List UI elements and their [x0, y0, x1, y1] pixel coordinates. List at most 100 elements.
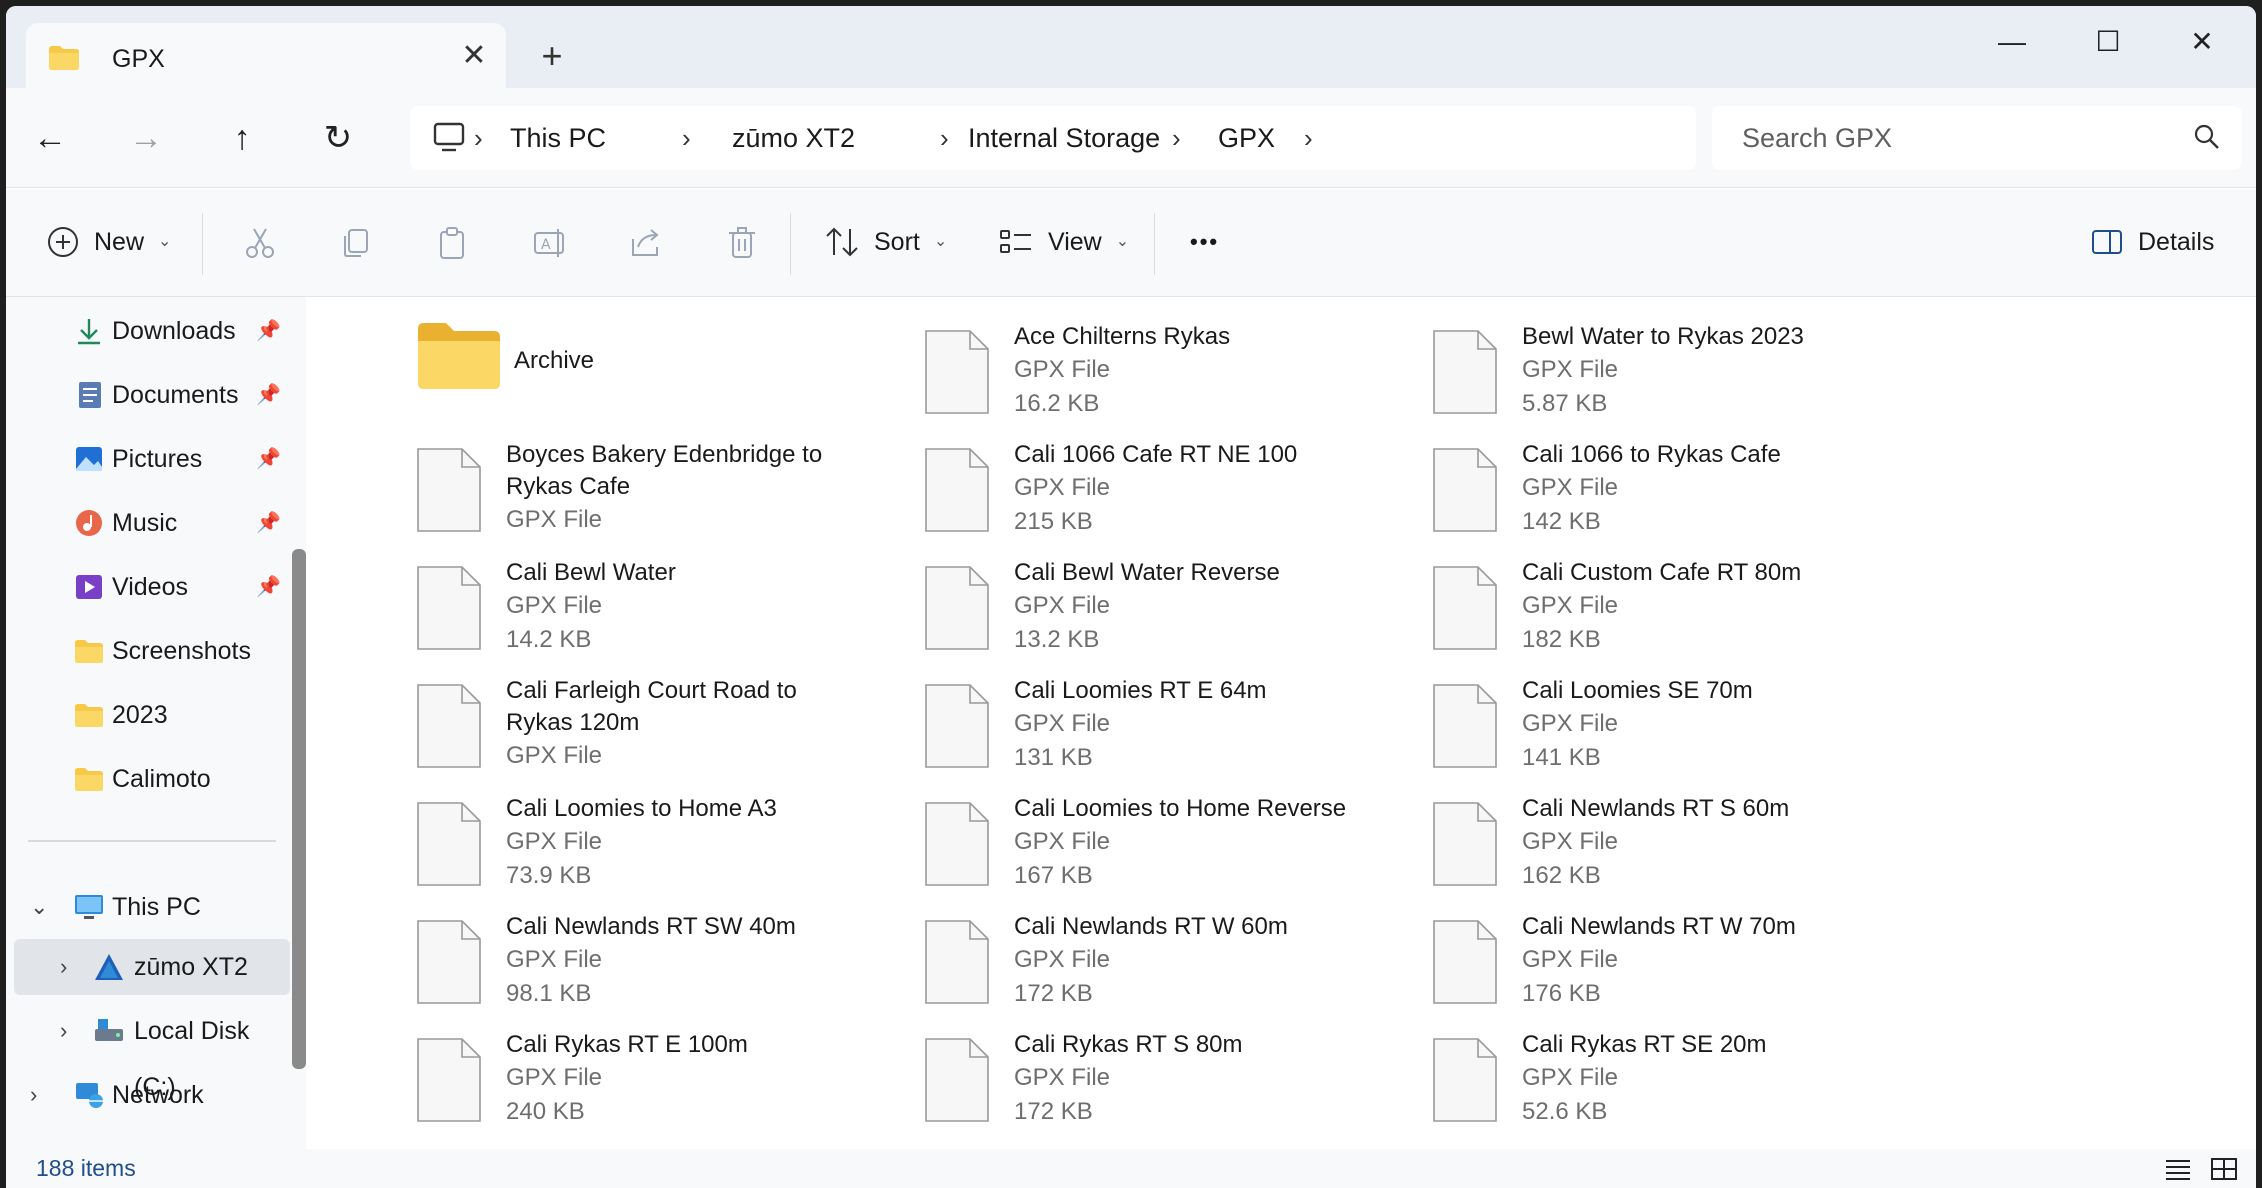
chevron-down-icon[interactable]: ⌄: [30, 879, 48, 935]
file-item[interactable]: Cali Custom Cafe RT 80m GPX File 182 KB: [1432, 557, 1932, 667]
file-item[interactable]: Boyces Bakery Edenbridge to Rykas Cafe GP…: [416, 439, 916, 549]
rename-icon[interactable]: A: [532, 225, 568, 261]
breadcrumb-separator[interactable]: ›: [1172, 120, 1181, 156]
file-icon: [1433, 1038, 1497, 1122]
details-view-icon[interactable]: [2164, 1157, 2192, 1181]
file-item[interactable]: Cali Loomies to Home Reverse GPX File 167 …: [924, 793, 1424, 903]
sort-label: Sort: [874, 228, 920, 256]
file-size: 14.2 KB: [506, 626, 592, 653]
new-tab-button[interactable]: +: [534, 38, 570, 76]
file-item[interactable]: Cali 1066 to Rykas Cafe GPX File 142 KB: [1432, 439, 1932, 549]
sidebar-item-downloads[interactable]: Downloads 📌: [6, 303, 286, 359]
file-item[interactable]: Cali Farleigh Court Road to Rykas 120m GP…: [416, 675, 916, 785]
file-item[interactable]: Cali Newlands RT W 60m GPX File 172 KB: [924, 911, 1424, 1021]
maximize-button[interactable]: ☐: [2078, 22, 2138, 62]
file-item[interactable]: Cali Rykas RT E 100m GPX File 240 KB: [416, 1029, 916, 1139]
folder-icon: [75, 704, 103, 727]
search-input[interactable]: Search GPX: [1712, 106, 2242, 170]
sidebar-item-this-pc[interactable]: ⌄ This PC: [6, 879, 286, 935]
more-options-button[interactable]: •••: [1190, 224, 1219, 260]
breadcrumb-separator[interactable]: ›: [474, 120, 483, 156]
cut-icon[interactable]: [242, 225, 278, 261]
pin-icon[interactable]: 📌: [256, 303, 281, 359]
file-item[interactable]: Cali Newlands RT W 70m GPX File 176 KB: [1432, 911, 1932, 1021]
file-type: GPX File: [1014, 474, 1111, 501]
up-button[interactable]: ↑: [222, 118, 262, 158]
sidebar-item-calimoto[interactable]: Calimoto: [6, 751, 286, 807]
breadcrumb-separator[interactable]: ›: [1304, 120, 1313, 156]
file-size: 167 KB: [1014, 862, 1093, 889]
file-item[interactable]: Cali Newlands RT S 60m GPX File 162 KB: [1432, 793, 1932, 903]
breadcrumb-gpx[interactable]: GPX: [1218, 120, 1275, 156]
sidebar-item-network[interactable]: › Network: [6, 1067, 286, 1123]
file-item[interactable]: Cali Rykas RT S 80m GPX File 172 KB: [924, 1029, 1424, 1139]
folder-icon: [75, 640, 103, 663]
file-item[interactable]: Cali Newlands RT SW 40m GPX File 98.1 KB: [416, 911, 916, 1021]
sidebar-item-videos[interactable]: Videos 📌: [6, 559, 286, 615]
tab-gpx[interactable]: GPX ✕: [26, 23, 506, 89]
minimize-button[interactable]: —: [1982, 22, 2042, 62]
new-button[interactable]: New ⌄: [46, 224, 171, 260]
close-tab-icon[interactable]: ✕: [458, 41, 490, 73]
sidebar-item-music[interactable]: Music 📌: [6, 495, 286, 551]
pin-icon[interactable]: 📌: [256, 559, 281, 615]
address-bar[interactable]: › This PC › zūmo XT2 › Internal Storage …: [410, 106, 1696, 170]
file-name: Cali Loomies SE 70m: [1522, 677, 1753, 704]
folder-icon: [75, 768, 103, 791]
file-item[interactable]: Cali Bewl Water GPX File 14.2 KB: [416, 557, 916, 667]
file-item[interactable]: Cali Loomies to Home A3 GPX File 73.9 KB: [416, 793, 916, 903]
file-name: Cali Newlands RT W 60m: [1014, 913, 1288, 940]
file-type: GPX File: [1014, 592, 1111, 619]
monitor-icon[interactable]: [432, 120, 466, 154]
new-label: New: [94, 228, 145, 256]
close-window-button[interactable]: ✕: [2172, 22, 2232, 62]
file-item[interactable]: Cali Loomies SE 70m GPX File 141 KB: [1432, 675, 1932, 785]
sidebar-item-documents[interactable]: Documents 📌: [6, 367, 286, 423]
tiles-view-icon[interactable]: [2210, 1157, 2238, 1181]
chevron-right-icon[interactable]: ›: [30, 1067, 37, 1123]
file-item[interactable]: Cali Rykas RT SE 20m GPX File 52.6 KB: [1432, 1029, 1932, 1139]
search-icon[interactable]: [2192, 122, 2222, 152]
sidebar-scrollbar[interactable]: [292, 549, 306, 1069]
folder-name: Archive: [514, 347, 595, 374]
file-icon: [1433, 566, 1497, 650]
sidebar-item-label: 2023: [112, 701, 168, 729]
breadcrumb-separator[interactable]: ›: [940, 120, 949, 156]
chevron-right-icon[interactable]: ›: [60, 1003, 67, 1059]
pin-icon[interactable]: 📌: [256, 431, 281, 487]
sidebar-item-pictures[interactable]: Pictures 📌: [6, 431, 286, 487]
copy-icon[interactable]: [338, 225, 374, 261]
file-item[interactable]: Cali 1066 Cafe RT NE 100 GPX File 215 KB: [924, 439, 1424, 549]
file-item[interactable]: Cali Bewl Water Reverse GPX File 13.2 KB: [924, 557, 1424, 667]
breadcrumb-this-pc[interactable]: This PC: [510, 120, 606, 156]
sort-button[interactable]: Sort ⌄: [824, 224, 947, 260]
refresh-button[interactable]: ↻: [318, 118, 358, 158]
sidebar-item-label: zūmo XT2: [134, 953, 248, 981]
share-icon[interactable]: [628, 225, 664, 261]
sidebar-item-label: This PC: [112, 893, 201, 921]
sidebar-item-screenshots[interactable]: Screenshots: [6, 623, 286, 679]
file-item[interactable]: Bewl Water to Rykas 2023 GPX File 5.87 KB: [1432, 321, 1932, 431]
sidebar-item-local-disk[interactable]: › Local Disk (C:): [6, 1003, 286, 1101]
chevron-right-icon[interactable]: ›: [60, 939, 67, 995]
delete-icon[interactable]: [724, 225, 760, 261]
breadcrumb-internal-storage[interactable]: Internal Storage: [968, 120, 1160, 156]
view-button[interactable]: View ⌄: [998, 224, 1129, 260]
sidebar-item-zumo[interactable]: › zūmo XT2: [14, 939, 290, 995]
back-button[interactable]: ←: [30, 118, 70, 158]
forward-button[interactable]: →: [126, 118, 166, 158]
file-list: Archive Ace Chilterns Rykas GPX File 16.2 …: [324, 297, 2244, 1149]
pin-icon[interactable]: 📌: [256, 495, 281, 551]
file-name-block: Cali Custom Cafe RT 80m GPX File 182 KB: [1522, 557, 1862, 657]
sidebar-item-2023[interactable]: 2023: [6, 687, 286, 743]
paste-icon[interactable]: [434, 225, 470, 261]
folder-item-archive[interactable]: Archive: [416, 321, 916, 431]
details-button[interactable]: Details: [2090, 224, 2214, 260]
breadcrumb-zumo[interactable]: zūmo XT2: [732, 120, 855, 156]
file-item[interactable]: Cali Loomies RT E 64m GPX File 131 KB: [924, 675, 1424, 785]
documents-icon: [79, 382, 101, 408]
pin-icon[interactable]: 📌: [256, 367, 281, 423]
breadcrumb-separator[interactable]: ›: [682, 120, 691, 156]
file-name: Bewl Water to Rykas 2023: [1522, 323, 1804, 350]
file-item[interactable]: Ace Chilterns Rykas GPX File 16.2 KB: [924, 321, 1424, 431]
